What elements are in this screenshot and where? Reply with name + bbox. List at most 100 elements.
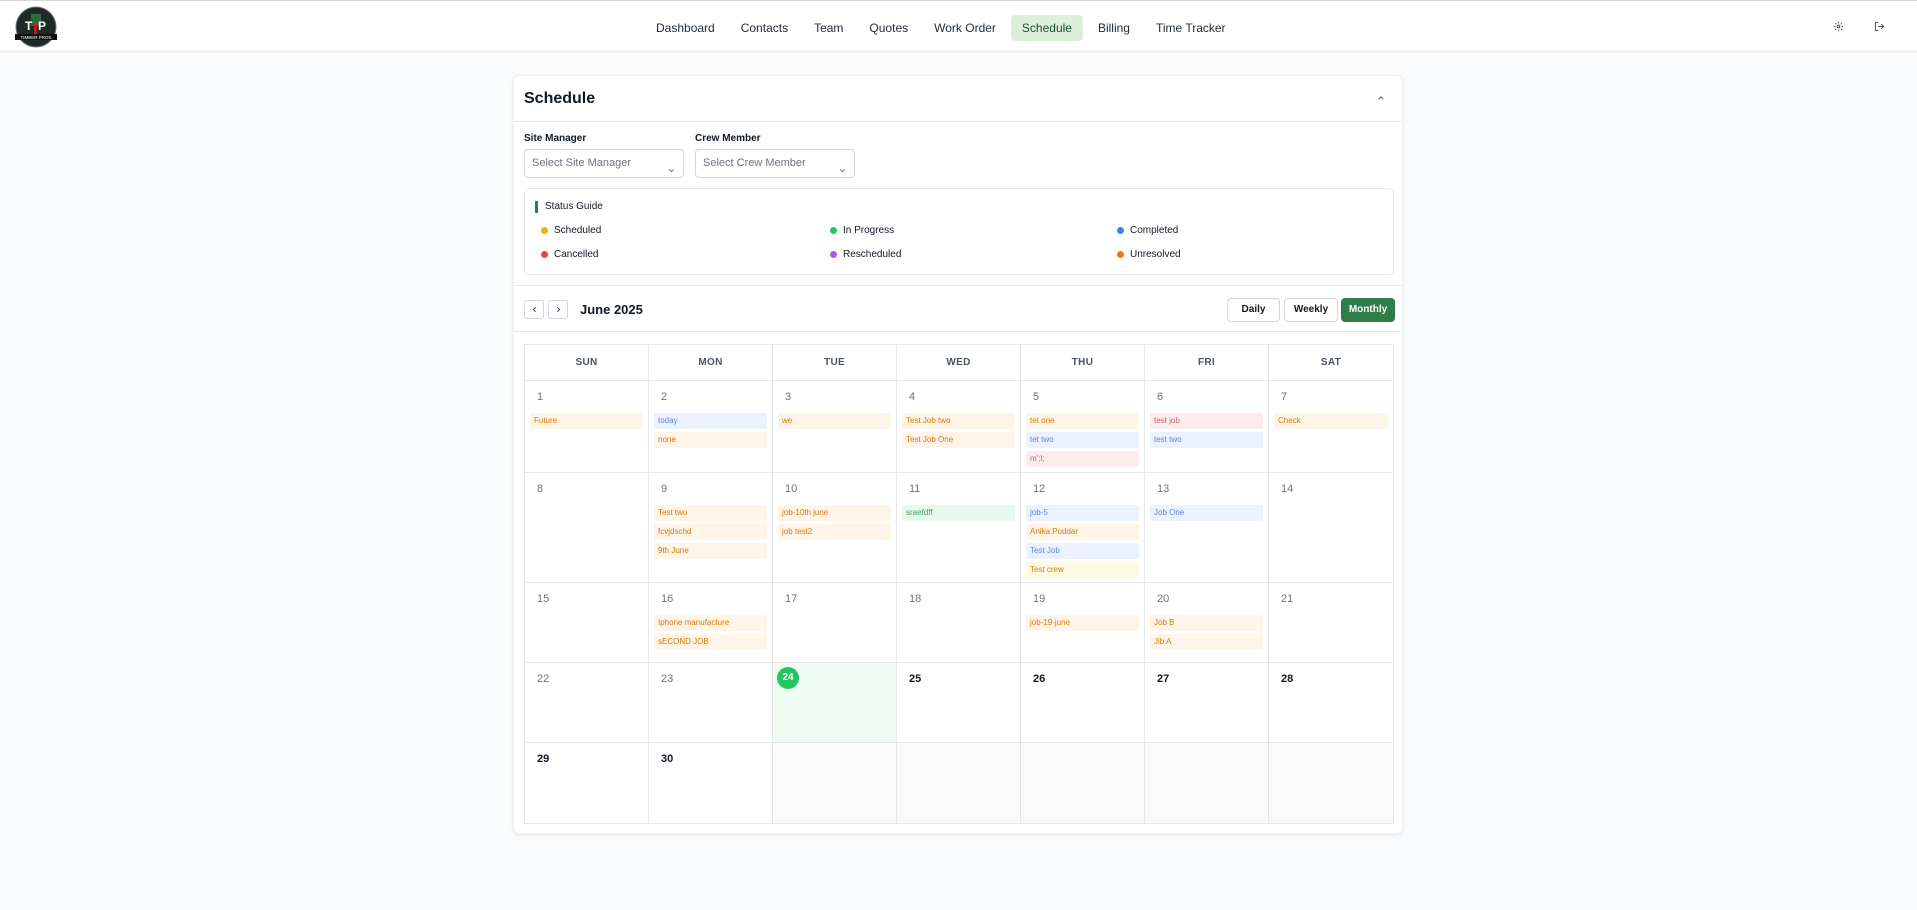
next-month-button[interactable] [548, 300, 568, 319]
day-number: 15 [537, 593, 550, 605]
calendar-event[interactable]: today [654, 413, 767, 429]
calendar-event[interactable]: job-10th june [778, 505, 891, 521]
nav-contacts[interactable]: Contacts [730, 15, 799, 41]
calendar-event[interactable]: job-5 [1026, 505, 1139, 521]
calendar-event[interactable]: fcvjdschd [654, 524, 767, 540]
view-weekly-button[interactable]: Weekly [1284, 298, 1338, 322]
calendar-event[interactable]: test job [1150, 413, 1263, 429]
calendar-event[interactable]: Check [1274, 413, 1388, 429]
calendar-day-cell[interactable]: 8 [525, 473, 649, 582]
main-nav: Dashboard Contacts Team Quotes Work Orde… [645, 15, 1237, 41]
event-list: we [778, 413, 891, 429]
calendar-day-cell[interactable]: 7 Check [1269, 381, 1393, 472]
calendar-day-cell[interactable]: 10 job-10th june job test2 [773, 473, 897, 582]
calendar-day-cell[interactable]: 4 Test Job two Test Job One [897, 381, 1021, 472]
calendar-event[interactable]: we [778, 413, 891, 429]
calendar-event[interactable]: Test two [654, 505, 767, 521]
site-manager-label: Site Manager [524, 133, 587, 144]
site-manager-select[interactable]: Select Site Manager [524, 149, 684, 178]
calendar-day-cell[interactable]: 22 [525, 663, 649, 742]
calendar-day-cell[interactable]: 30 [649, 743, 773, 823]
calendar-event[interactable]: job-19-june [1026, 615, 1139, 631]
calendar-day-cell[interactable]: 1 Future [525, 381, 649, 472]
divider [514, 331, 1402, 332]
calendar-day-cell[interactable]: 9 Test two fcvjdschd 9th June [649, 473, 773, 582]
view-daily-button[interactable]: Daily [1227, 298, 1280, 322]
calendar-event[interactable]: Test Job One [902, 432, 1015, 448]
svg-text:T: T [25, 19, 33, 33]
view-monthly-button[interactable]: Monthly [1341, 298, 1395, 322]
calendar-event[interactable]: Test Job [1026, 543, 1139, 559]
calendar-event[interactable]: none [654, 432, 767, 448]
calendar-day-cell[interactable]: 20 Job B Jib A [1145, 583, 1269, 662]
nav-work-order[interactable]: Work Order [923, 15, 1007, 41]
calendar-event[interactable]: tet one [1026, 413, 1139, 429]
calendar-event[interactable]: Iphone manufacture [654, 615, 767, 631]
calendar-day-cell[interactable]: 26 [1021, 663, 1145, 742]
svg-text:P: P [38, 19, 46, 33]
calendar-day-cell[interactable]: 29 [525, 743, 649, 823]
calendar-day-cell[interactable]: 23 [649, 663, 773, 742]
status-dot [1117, 227, 1124, 234]
calendar-event[interactable]: sECOND JOB [654, 634, 767, 650]
status-dot [541, 227, 548, 234]
nav-dashboard[interactable]: Dashboard [645, 15, 726, 41]
calendar-day-cell[interactable]: 24 [773, 663, 897, 742]
day-number: 9 [661, 483, 668, 495]
calendar-week-row: 29 30 [525, 743, 1393, 823]
calendar-event[interactable]: tet two [1026, 432, 1139, 448]
calendar-day-cell[interactable]: 28 [1269, 663, 1393, 742]
calendar-day-cell[interactable]: 14 [1269, 473, 1393, 582]
calendar-day-cell[interactable]: 27 [1145, 663, 1269, 742]
calendar-event[interactable]: m';l; [1026, 451, 1139, 467]
calendar-event[interactable]: Job B [1150, 615, 1263, 631]
calendar-event[interactable]: Jib A [1150, 634, 1263, 650]
day-number: 4 [909, 391, 916, 403]
calendar-day-cell[interactable]: 6 test job test two [1145, 381, 1269, 472]
crew-member-select[interactable]: Select Crew Member [695, 149, 855, 178]
logout-icon[interactable] [1871, 18, 1887, 34]
prev-month-button[interactable] [524, 300, 544, 319]
calendar-event[interactable]: job test2 [778, 524, 891, 540]
nav-quotes[interactable]: Quotes [858, 15, 919, 41]
calendar-day-cell[interactable]: 19 job-19-june [1021, 583, 1145, 662]
day-number: 11 [909, 483, 921, 495]
chevron-down-icon [667, 159, 676, 173]
nav-team[interactable]: Team [803, 15, 854, 41]
calendar-day-cell[interactable]: 13 Job One [1145, 473, 1269, 582]
calendar-day-cell[interactable]: 25 [897, 663, 1021, 742]
calendar-event[interactable]: Test Job two [902, 413, 1015, 429]
nav-billing[interactable]: Billing [1087, 15, 1141, 41]
nav-time-tracker[interactable]: Time Tracker [1145, 15, 1237, 41]
calendar-day-cell[interactable]: 5 tet one tet two m';l; [1021, 381, 1145, 472]
chevron-up-icon[interactable] [1374, 91, 1388, 105]
calendar-day-cell[interactable]: 15 [525, 583, 649, 662]
calendar-event[interactable]: Test crew [1026, 562, 1139, 578]
company-logo[interactable]: T P TIMBER PROS [13, 6, 59, 48]
status-cancelled: Cancelled [541, 249, 598, 260]
calendar-day-cell[interactable]: 12 job-5 Anika Poddar Test Job Test crew [1021, 473, 1145, 582]
calendar-event[interactable]: Anika Poddar [1026, 524, 1139, 540]
gear-icon[interactable] [1830, 18, 1846, 34]
nav-schedule[interactable]: Schedule [1010, 15, 1083, 41]
day-number: 10 [785, 483, 798, 495]
calendar-event[interactable]: Job One [1150, 505, 1263, 521]
day-number: 19 [1033, 593, 1046, 605]
chevron-left-icon [532, 306, 536, 313]
calendar-day-cell[interactable]: 18 [897, 583, 1021, 662]
calendar-day-cell[interactable]: 17 [773, 583, 897, 662]
calendar-day-cell[interactable]: 11 sraefdff [897, 473, 1021, 582]
calendar-day-cell[interactable]: 3 we [773, 381, 897, 472]
calendar-day-cell[interactable]: 16 Iphone manufacture sECOND JOB [649, 583, 773, 662]
calendar-event[interactable]: test two [1150, 432, 1263, 448]
calendar-day-cell[interactable]: 2 today none [649, 381, 773, 472]
calendar-event[interactable]: sraefdff [902, 505, 1015, 521]
calendar-event[interactable]: Future [530, 413, 643, 429]
status-guide-title: Status Guide [535, 201, 603, 213]
day-number: 27 [1157, 673, 1170, 685]
day-number: 29 [537, 753, 550, 765]
calendar-event[interactable]: 9th June [654, 543, 767, 559]
day-number: 22 [537, 673, 550, 685]
calendar-day-cell[interactable]: 21 [1269, 583, 1393, 662]
event-list: job-19-june [1026, 615, 1139, 631]
